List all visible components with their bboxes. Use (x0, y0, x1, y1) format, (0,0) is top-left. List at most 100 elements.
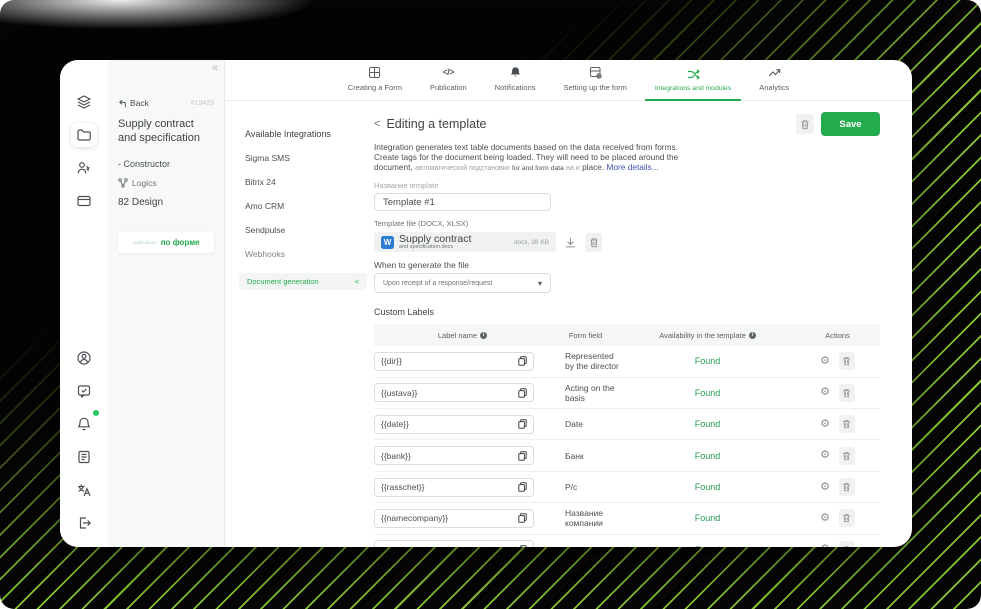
gear-icon[interactable]: ⚙ (820, 513, 830, 524)
card-icon[interactable] (71, 189, 97, 213)
form-field-value[interactable]: Acting on the basis (551, 383, 620, 403)
form-field-value[interactable]: Банк (551, 451, 620, 461)
tab-analytics[interactable]: Analytics (757, 66, 791, 100)
integration-amo-crm[interactable]: Amo CRM (245, 201, 374, 211)
back-button[interactable]: Back (118, 98, 149, 108)
gear-icon[interactable]: ⚙ (820, 450, 830, 461)
gear-icon[interactable]: ⚙ (820, 419, 830, 430)
account-icon[interactable] (71, 346, 97, 370)
team-icon[interactable] (71, 156, 97, 180)
copy-icon[interactable] (518, 545, 527, 547)
status-badge: Found (620, 388, 795, 398)
code-icon: </> (443, 66, 455, 79)
uploaded-file-chip[interactable]: W Supply contract and specification.docx… (374, 232, 556, 252)
document-generation-label: Document generation (247, 277, 319, 286)
delete-template-button[interactable] (796, 114, 814, 134)
label-name-input[interactable]: {{rasschet}} (374, 478, 534, 497)
template-name-input[interactable] (374, 193, 551, 211)
gear-icon[interactable]: ⚙ (820, 356, 830, 367)
integration-bitrix-24[interactable]: Bitrix 24 (245, 177, 374, 187)
info-icon[interactable]: i (480, 332, 487, 339)
back-arrow-icon (118, 99, 127, 108)
trash-icon (842, 419, 851, 429)
translate-icon[interactable] (71, 478, 97, 502)
more-details-link[interactable]: More details... (607, 162, 659, 172)
journal-icon[interactable] (71, 445, 97, 469)
trash-icon (842, 356, 851, 366)
notifications-bell-icon[interactable] (71, 412, 97, 436)
copy-icon[interactable] (518, 419, 527, 429)
sidebar-top-icons (71, 90, 97, 213)
nav-logics[interactable]: Logics (118, 178, 214, 188)
delete-row-button[interactable] (839, 478, 855, 496)
chevron-down-icon: ▾ (538, 279, 542, 288)
label-name-input[interactable]: {{ustava}} (374, 383, 534, 402)
integration-sigma-sms[interactable]: Sigma SMS (245, 153, 374, 163)
logout-icon[interactable] (71, 511, 97, 535)
delete-row-button[interactable] (839, 447, 855, 465)
page-title: < Editing a template (374, 117, 487, 131)
label-name-input[interactable]: {{bank}} (374, 446, 534, 465)
delete-row-button[interactable] (839, 384, 855, 402)
info-icon[interactable]: i (749, 332, 756, 339)
copy-icon[interactable] (518, 356, 527, 366)
nav-design[interactable]: 82 Design (118, 197, 214, 208)
delete-file-button[interactable] (585, 233, 602, 252)
integration-sendpulse[interactable]: Sendpulse (245, 225, 374, 235)
copy-icon[interactable] (518, 388, 527, 398)
tab-notifications[interactable]: Notifications (493, 66, 538, 100)
delete-row-button[interactable] (839, 415, 855, 433)
back-row: Back #19423 (118, 98, 214, 108)
label-name-input[interactable]: {{dir}} (374, 352, 534, 371)
copy-icon[interactable] (518, 513, 527, 523)
save-button[interactable]: Save (821, 112, 880, 136)
delete-row-button[interactable] (839, 352, 855, 370)
form-field-value[interactable]: ИНН (551, 545, 620, 547)
gear-icon[interactable]: ⚙ (820, 387, 830, 398)
gear-icon[interactable]: ⚙ (820, 544, 830, 547)
layers-icon[interactable] (71, 90, 97, 114)
integration-webhooks[interactable]: Webhooks (245, 249, 374, 259)
form-field-value[interactable]: Date (551, 419, 620, 429)
template-file-row: W Supply contract and specification.docx… (374, 232, 880, 252)
badge-prefix: Applications (132, 240, 156, 245)
main-body: Available Integrations Sigma SMS Bitrix … (225, 101, 912, 547)
delete-row-button[interactable] (839, 541, 855, 547)
nav-constructor[interactable]: - Constructor (118, 159, 214, 169)
form-badge[interactable]: Applications по форме (118, 232, 214, 253)
form-field-value[interactable]: Represented by the director (551, 351, 620, 371)
generate-when-select[interactable]: Upon receipt of a response/request ▾ (374, 273, 551, 293)
sidebar-bottom-icons (71, 346, 97, 535)
form-field-value[interactable]: Название компании (551, 508, 620, 528)
download-file-button[interactable] (565, 237, 576, 248)
gear-icon[interactable]: ⚙ (820, 482, 830, 493)
table-row: {{namecompany}} Название компании Found … (374, 503, 880, 534)
integration-document-generation[interactable]: Document generation < (239, 273, 367, 290)
copy-icon[interactable] (518, 482, 527, 492)
label-name-input[interactable]: {{date}} (374, 415, 534, 434)
collapse-panel-icon[interactable]: « (212, 62, 218, 74)
label-name-input[interactable]: {{inn}} (374, 540, 534, 547)
logics-label: Logics (132, 178, 157, 188)
trash-icon (800, 119, 810, 130)
col-label-name: Label namei (374, 331, 551, 340)
table-row: {{ustava}} Acting on the basis Found ⚙ (374, 378, 880, 409)
form-field-value[interactable]: Р/с (551, 482, 620, 492)
delete-row-button[interactable] (839, 509, 855, 527)
table-row: {{dir}} Represented by the director Foun… (374, 346, 880, 377)
trash-icon (842, 545, 851, 547)
col-availability: Availability in the templatei (620, 331, 795, 340)
header-actions: Save (796, 112, 880, 136)
docx-file-icon: W (381, 236, 394, 249)
chat-icon[interactable] (71, 379, 97, 403)
tab-integrations-and-modules[interactable]: Integrations and modules (653, 68, 733, 100)
folder-icon[interactable] (71, 123, 97, 147)
tab-creating-a-form[interactable]: Creating a Form (346, 66, 404, 100)
integration-description: Integration generates text table documen… (374, 143, 692, 173)
back-chevron-icon[interactable]: < (374, 118, 380, 130)
tab-setting-up-the-form[interactable]: Setting up the form (562, 66, 629, 100)
page-title-text: Editing a template (386, 117, 486, 131)
label-name-input[interactable]: {{namecompany}} (374, 509, 534, 528)
tab-publication[interactable]: </> Publication (428, 66, 469, 100)
copy-icon[interactable] (518, 451, 527, 461)
